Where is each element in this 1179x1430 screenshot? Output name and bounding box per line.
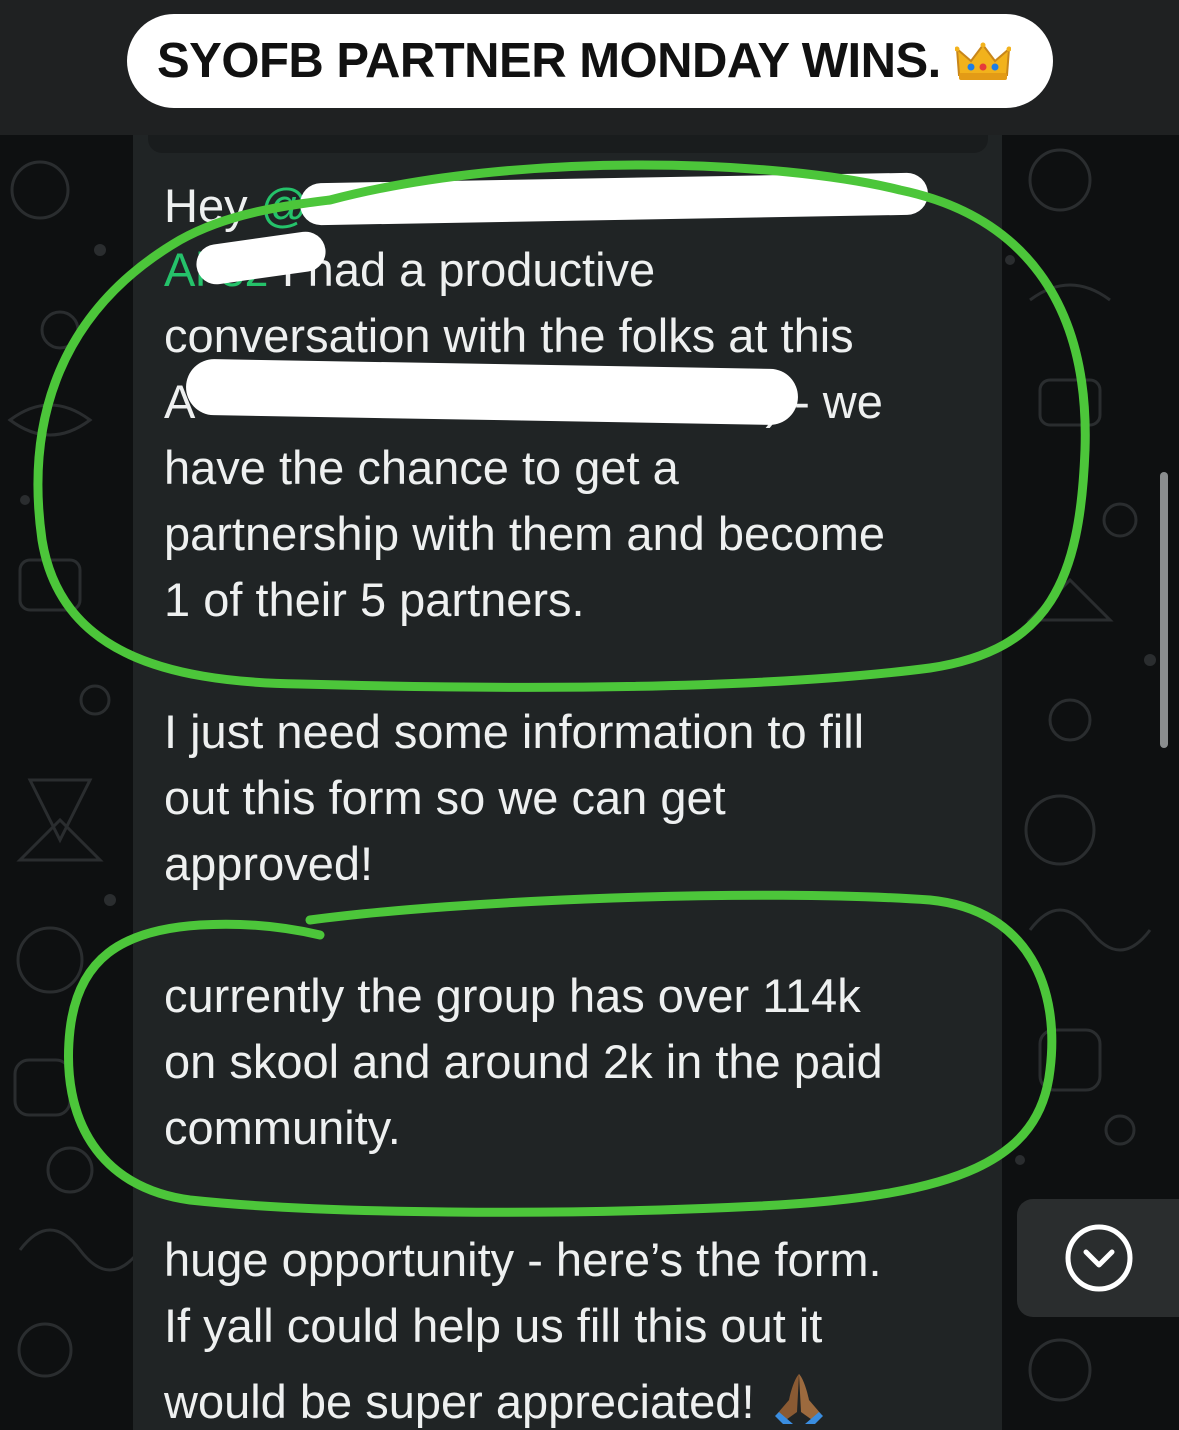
message-line: would be super appreciated! [164,1368,829,1428]
scroll-to-bottom-button[interactable] [1017,1199,1179,1317]
message-line: currently the group has over 114k [164,969,861,1022]
message-line: huge opportunity - here’s the form. [164,1233,882,1286]
message-line: community. [164,1101,401,1154]
redaction-mark [185,358,799,426]
chat-title: SYOFB PARTNER MONDAY WINS. [157,34,941,88]
message-line: If yall could help us fill this out it [164,1299,823,1352]
message-line: out this form so we can get [164,771,726,824]
previous-message-edge [148,135,988,153]
scrollbar[interactable] [1160,472,1168,748]
message-line: have the chance to get a [164,441,679,494]
crown-emoji-icon [954,42,1011,80]
message-line: partnership with them and become [164,507,886,560]
chat-screen: SYOFB PARTNER MONDAY WINS. Hey @K Al ez … [0,0,1179,1430]
message-line: conversation with the folks at this [164,309,854,362]
pinned-title-pill[interactable]: SYOFB PARTNER MONDAY WINS. [127,14,1053,108]
message-line: approved! [164,837,374,890]
message-line: 1 of their 5 partners. [164,573,585,626]
message-line: on skool and around 2k in the paid [164,1035,883,1088]
message-line: I just need some information to fill [164,705,865,758]
folded-hands-emoji-icon [774,1374,823,1424]
chevron-down-circle-icon [1065,1224,1133,1292]
